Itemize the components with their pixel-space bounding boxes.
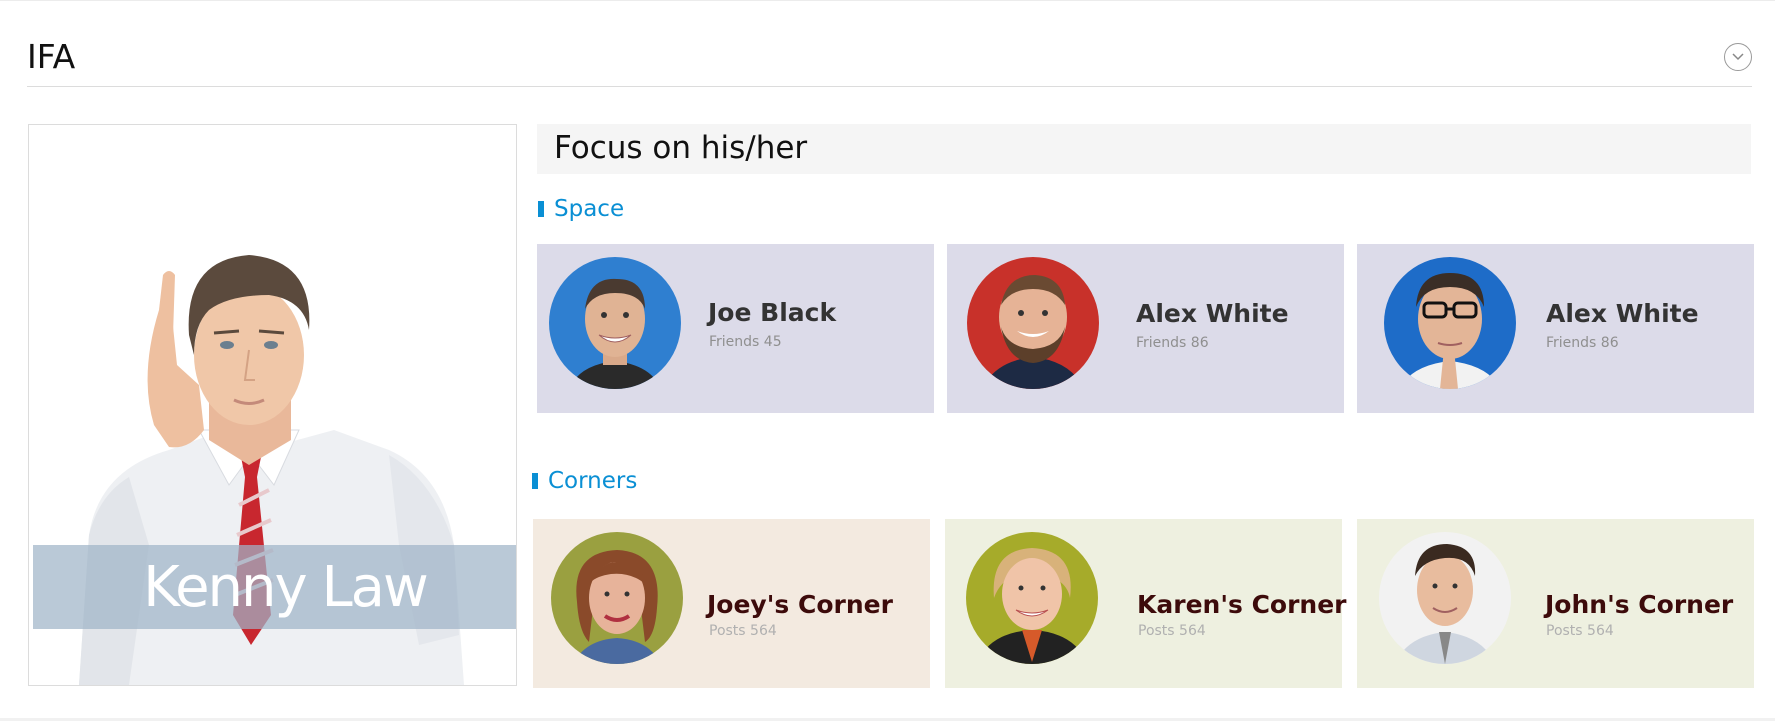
chevron-down-icon <box>1732 53 1744 61</box>
corners-section-title: Corners <box>532 468 637 494</box>
profile-card[interactable]: Kenny Law <box>28 124 517 686</box>
card-subtitle: Friends 45 <box>709 334 782 350</box>
corner-card-john[interactable]: John's Corner Posts 564 <box>1357 519 1754 688</box>
page-header: IFA <box>27 28 1752 87</box>
profile-name: Kenny Law <box>143 554 429 620</box>
space-card-alex-white-1[interactable]: Alex White Friends 86 <box>947 244 1344 413</box>
corner-card-joey[interactable]: Joey's Corner Posts 564 <box>533 519 930 688</box>
corners-title: Corners <box>548 468 638 494</box>
space-title: Space <box>554 196 625 222</box>
avatar <box>967 257 1099 389</box>
card-subtitle: Posts 564 <box>1138 623 1206 639</box>
card-subtitle: Posts 564 <box>1546 623 1614 639</box>
card-subtitle: Friends 86 <box>1546 335 1619 351</box>
card-name: Joe Black <box>708 298 837 327</box>
card-subtitle: Posts 564 <box>709 623 777 639</box>
space-card-alex-white-2[interactable]: Alex White Friends 86 <box>1357 244 1754 413</box>
collapse-button[interactable] <box>1724 43 1752 71</box>
card-name: Alex White <box>1546 299 1699 328</box>
section-marker <box>538 201 544 217</box>
avatar <box>549 257 681 389</box>
card-name: Joey's Corner <box>707 590 893 619</box>
card-subtitle: Friends 86 <box>1136 335 1209 351</box>
card-name: Karen's Corner <box>1137 590 1347 619</box>
profile-name-band: Kenny Law <box>33 545 516 629</box>
corner-card-karen[interactable]: Karen's Corner Posts 564 <box>945 519 1347 688</box>
focus-header: Focus on his/her <box>537 124 1751 174</box>
avatar <box>966 532 1098 664</box>
page-title: IFA <box>27 37 76 76</box>
space-section-title: Space <box>538 196 624 222</box>
avatar <box>1379 532 1511 664</box>
avatar <box>1384 257 1516 389</box>
card-name: Alex White <box>1136 299 1289 328</box>
top-divider <box>0 0 1775 1</box>
avatar <box>551 532 683 664</box>
space-card-joe-black[interactable]: Joe Black Friends 45 <box>537 244 934 413</box>
section-marker <box>532 473 538 489</box>
focus-title: Focus on his/her <box>554 130 808 166</box>
card-name: John's Corner <box>1545 590 1734 619</box>
